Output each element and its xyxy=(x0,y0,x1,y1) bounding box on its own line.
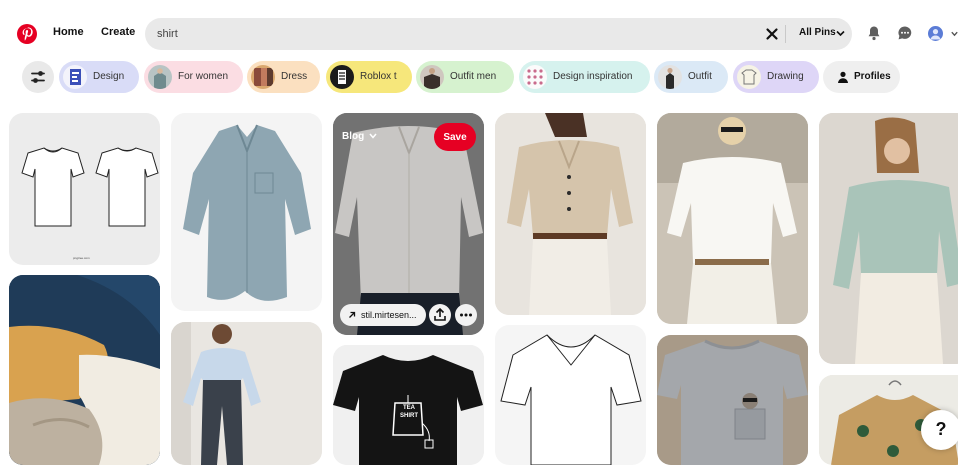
pin-tshirt-stack[interactable] xyxy=(9,275,160,465)
arrow-up-right-icon xyxy=(349,311,356,318)
chip-thumbnail xyxy=(148,65,172,89)
bell-icon[interactable] xyxy=(866,25,882,41)
pin-tshirt-sketch[interactable]: pngtree.com xyxy=(9,113,160,265)
pin-beige-shirt-outfit[interactable] xyxy=(495,113,646,315)
pinterest-logo-icon[interactable] xyxy=(17,24,37,44)
chip-drawing[interactable]: Drawing xyxy=(733,61,819,93)
pin-blue-linen-shirt[interactable] xyxy=(171,113,322,311)
pin-pocket-tshirt[interactable] xyxy=(657,335,808,465)
search-suggestion-chips: Design For women Dress Roblox t Outfit m… xyxy=(0,61,958,95)
chat-bubble-icon[interactable] xyxy=(897,25,913,41)
pin-watermark: pngtree.com xyxy=(73,256,90,260)
chip-design-inspiration[interactable]: Design inspiration xyxy=(519,61,650,93)
chevron-down-icon[interactable] xyxy=(369,133,377,139)
chip-thumbnail xyxy=(523,65,547,89)
satin-blouse-image xyxy=(819,113,958,364)
tea-print-line2: SHIRT xyxy=(400,413,418,419)
search-input[interactable] xyxy=(157,25,717,43)
chip-label: Design inspiration xyxy=(553,71,633,82)
pin-tea-shirt[interactable]: TEA SHIRT xyxy=(333,345,484,465)
more-options-button[interactable] xyxy=(455,304,477,326)
pin-satin-blouse[interactable] xyxy=(819,113,958,364)
search-bar: All Pins xyxy=(145,18,852,50)
chevron-down-icon[interactable] xyxy=(951,31,958,37)
person-icon xyxy=(838,71,848,83)
profiles-label: Profiles xyxy=(854,71,891,82)
chip-outfit-men[interactable]: Outfit men xyxy=(416,61,514,93)
profiles-filter-button[interactable]: Profiles xyxy=(823,61,900,93)
chip-design[interactable]: Design xyxy=(59,61,139,93)
board-selector-label[interactable]: Blog xyxy=(342,131,364,142)
nav-create-link[interactable]: Create xyxy=(101,26,135,38)
chip-label: Design xyxy=(93,71,125,82)
chip-label: Outfit xyxy=(688,71,712,82)
chip-thumbnail xyxy=(63,65,87,89)
chip-label: Drawing xyxy=(767,71,804,82)
pocket-tshirt-image xyxy=(657,335,808,465)
chevron-down-icon[interactable] xyxy=(836,30,845,37)
more-icon xyxy=(460,313,472,317)
close-icon[interactable] xyxy=(763,25,781,43)
chip-thumbnail xyxy=(330,65,354,89)
white-shirt-street-image xyxy=(657,113,808,324)
pin-source-text: stil.mirtesen... xyxy=(361,310,417,320)
nav-home-link[interactable]: Home xyxy=(53,26,84,38)
pin-white-shirt-hovered[interactable]: Blog Save stil.mirtesen... xyxy=(333,113,484,335)
chip-for-women[interactable]: For women xyxy=(144,61,243,93)
chip-roblox-t[interactable]: Roblox t xyxy=(326,61,412,93)
search-scope-dropdown[interactable]: All Pins xyxy=(799,27,836,38)
pin-striped-shirt-outfit[interactable] xyxy=(171,322,322,465)
tea-print-line1: TEA xyxy=(403,405,415,411)
tshirt-sketch-image xyxy=(21,147,159,227)
chip-label: Roblox t xyxy=(360,71,397,82)
chip-thumbnail xyxy=(737,65,761,89)
save-button[interactable]: Save xyxy=(434,123,476,151)
chip-thumbnail xyxy=(251,65,275,89)
folded-tshirts-image xyxy=(9,275,160,465)
share-button[interactable] xyxy=(429,304,451,326)
pin-vneck-sketch[interactable] xyxy=(495,325,646,465)
share-icon xyxy=(434,307,446,321)
help-label: ? xyxy=(935,419,947,439)
vneck-tshirt-sketch-image xyxy=(500,334,642,465)
chip-thumbnail xyxy=(658,65,682,89)
chip-dress[interactable]: Dress xyxy=(247,61,320,93)
pin-white-shirt-street[interactable] xyxy=(657,113,808,324)
search-divider xyxy=(785,25,786,43)
blue-linen-shirt-image xyxy=(183,124,311,301)
chip-label: Dress xyxy=(281,71,308,82)
chip-thumbnail xyxy=(420,65,444,89)
top-nav-bar: Home Create All Pins xyxy=(0,0,958,66)
avatar[interactable] xyxy=(928,26,943,41)
chip-label: Outfit men xyxy=(450,71,497,82)
striped-shirt-outfit-image xyxy=(171,322,322,465)
help-button[interactable]: ? xyxy=(921,410,958,450)
chip-outfit[interactable]: Outfit xyxy=(654,61,728,93)
chip-label: For women xyxy=(178,71,229,82)
pin-source-link[interactable]: stil.mirtesen... xyxy=(340,304,426,326)
beige-shirt-outfit-image xyxy=(495,113,646,315)
